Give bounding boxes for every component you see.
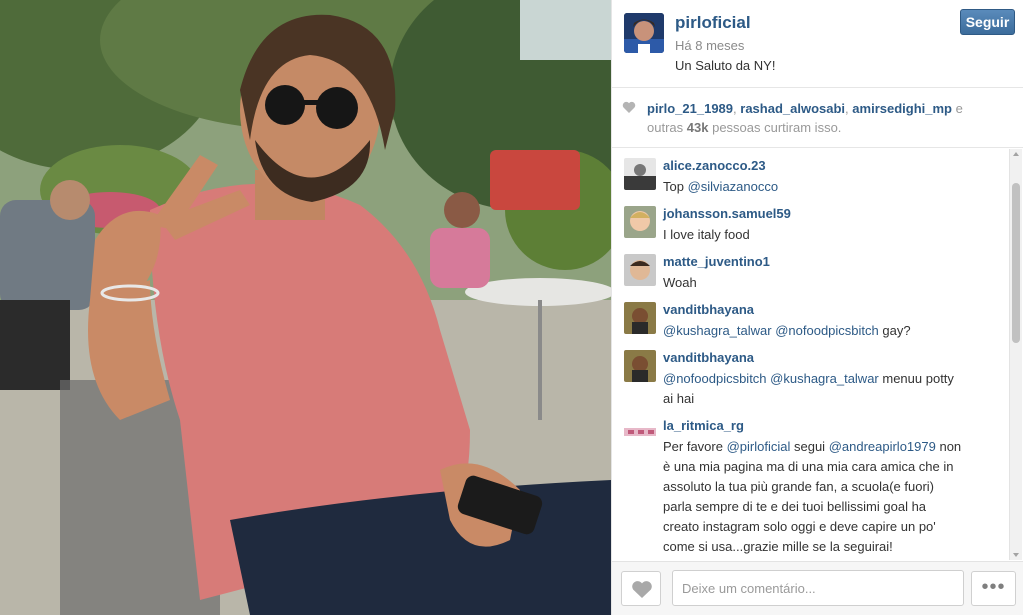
comment-text-part: non è una mia pagina ma di una mia cara … bbox=[663, 439, 962, 554]
commenter-username[interactable]: johansson.samuel59 bbox=[663, 206, 791, 221]
scroll-down-arrow-icon[interactable] bbox=[1013, 553, 1019, 557]
more-options-button[interactable]: ••• bbox=[971, 571, 1016, 606]
comment-mention[interactable]: @kushagra_talwar bbox=[663, 323, 772, 338]
commenter-username[interactable]: vanditbhayana bbox=[663, 302, 754, 317]
post-photo bbox=[0, 0, 611, 615]
scroll-thumb[interactable] bbox=[1012, 183, 1020, 343]
comment-text: @kushagra_talwar @nofoodpicsbitch gay? bbox=[663, 321, 963, 341]
comment-text-part: Per favore bbox=[663, 439, 727, 454]
comment-text-part: segui bbox=[790, 439, 829, 454]
photo-illustration bbox=[0, 0, 611, 615]
commenter-username[interactable]: vanditbhayana bbox=[663, 350, 754, 365]
comment-text: @nofoodpicsbitch @kushagra_talwar menuu … bbox=[663, 369, 963, 409]
comment-mention[interactable]: @andreapirlo1979 bbox=[829, 439, 936, 454]
comment-mention[interactable]: @silviazanocco bbox=[688, 179, 779, 194]
comment-text-part: Top bbox=[663, 179, 688, 194]
commenter-avatar-image bbox=[624, 418, 656, 450]
heart-icon bbox=[632, 581, 652, 598]
scroll-up-arrow-icon[interactable] bbox=[1013, 152, 1019, 156]
likes-count[interactable]: 43k bbox=[687, 120, 709, 135]
commenter-avatar-image bbox=[624, 254, 656, 286]
comment-mention[interactable]: @kushagra_talwar bbox=[770, 371, 879, 386]
likes-summary: pirlo_21_1989, rashad_alwosabi, amirsedi… bbox=[612, 88, 1023, 148]
commenter-username[interactable]: la_ritmica_rg bbox=[663, 418, 744, 433]
commenter-username[interactable]: alice.zanocco.23 bbox=[663, 158, 766, 173]
commenter-avatar-image bbox=[624, 206, 656, 238]
comments-scrollbar[interactable] bbox=[1009, 149, 1022, 560]
likes-text: pirlo_21_1989, rashad_alwosabi, amirsedi… bbox=[647, 99, 987, 137]
post-side-panel: pirloficial Há 8 meses Un Saluto da NY! … bbox=[611, 0, 1023, 615]
liker-username[interactable]: pirlo_21_1989 bbox=[647, 101, 733, 116]
comment-mention[interactable]: @nofoodpicsbitch bbox=[663, 371, 767, 386]
comment-text: Per favore @pirloficial segui @andreapir… bbox=[663, 437, 963, 557]
post-header: pirloficial Há 8 meses Un Saluto da NY! … bbox=[612, 0, 1023, 88]
commenter-avatar[interactable] bbox=[624, 158, 656, 190]
liker-username[interactable]: amirsedighi_mp bbox=[852, 101, 952, 116]
liker-separator: , bbox=[733, 101, 737, 116]
author-avatar-image bbox=[624, 13, 664, 53]
comment-mention[interactable]: @pirloficial bbox=[727, 439, 791, 454]
comment-mention[interactable]: @nofoodpicsbitch bbox=[775, 323, 879, 338]
commenter-avatar[interactable] bbox=[624, 206, 656, 238]
comment-text: Top @silviazanocco bbox=[663, 177, 963, 197]
comment-text-part: Woah bbox=[663, 275, 697, 290]
liker-separator: , bbox=[845, 101, 849, 116]
comment-input[interactable] bbox=[672, 570, 964, 606]
author-avatar[interactable] bbox=[624, 13, 664, 53]
ellipsis-icon: ••• bbox=[981, 576, 1006, 598]
commenter-avatar[interactable] bbox=[624, 418, 656, 450]
post-caption: Un Saluto da NY! bbox=[675, 58, 776, 73]
commenter-avatar[interactable] bbox=[624, 254, 656, 286]
commenter-username[interactable]: matte_juventino1 bbox=[663, 254, 770, 269]
commenter-avatar-image bbox=[624, 302, 656, 334]
post-timestamp[interactable]: Há 8 meses bbox=[675, 38, 744, 53]
comment-footer: ••• bbox=[612, 561, 1023, 615]
commenter-avatar[interactable] bbox=[624, 350, 656, 382]
author-username[interactable]: pirloficial bbox=[675, 13, 751, 33]
like-button[interactable] bbox=[621, 571, 661, 606]
liker-username[interactable]: rashad_alwosabi bbox=[740, 101, 845, 116]
heart-icon bbox=[622, 101, 636, 113]
comments-list: alice.zanocco.23 Top @silviazanocco joha… bbox=[612, 149, 1023, 561]
follow-button[interactable]: Seguir bbox=[960, 9, 1015, 35]
likes-suffix: pessoas curtiram isso. bbox=[712, 120, 842, 135]
comment-text-part: gay? bbox=[878, 323, 911, 338]
commenter-avatar[interactable] bbox=[624, 302, 656, 334]
commenter-avatar-image bbox=[624, 350, 656, 382]
comment-text-part: I love italy food bbox=[663, 227, 750, 242]
commenter-avatar-image bbox=[624, 158, 656, 190]
comment-text: Woah bbox=[663, 273, 963, 293]
comment-text: I love italy food bbox=[663, 225, 963, 245]
